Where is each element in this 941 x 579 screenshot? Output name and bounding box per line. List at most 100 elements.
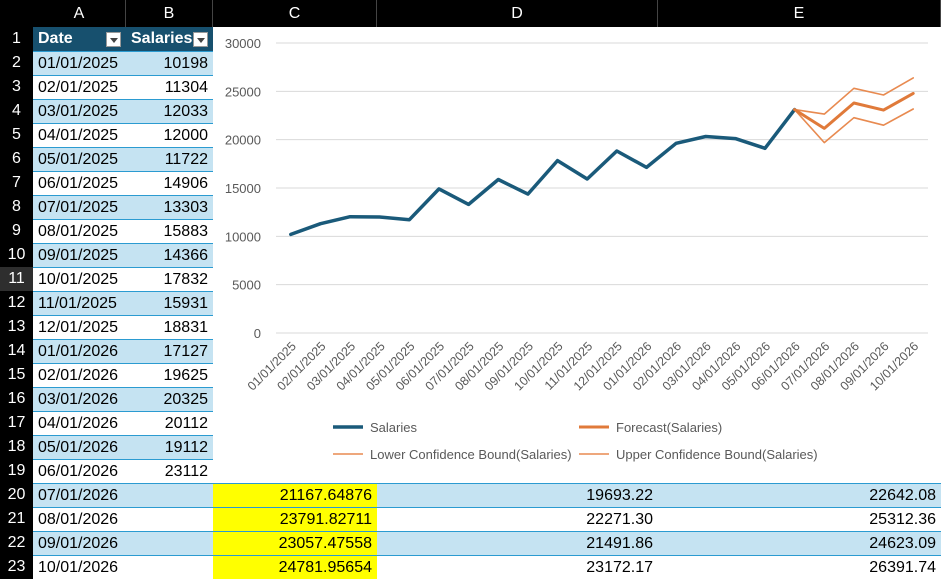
- date-cell[interactable]: 05/01/2026: [33, 435, 126, 459]
- column-header-d[interactable]: D: [377, 0, 658, 27]
- row-header-11[interactable]: 11: [0, 267, 33, 291]
- row-header-6[interactable]: 6: [0, 147, 33, 171]
- forecast-value-cell[interactable]: 24781.95654: [213, 555, 377, 579]
- forecast-value-cell[interactable]: 23057.47558: [213, 531, 377, 555]
- salary-cell[interactable]: 19112: [126, 435, 213, 459]
- column-header-e[interactable]: E: [658, 0, 941, 27]
- row-header-18[interactable]: 18: [0, 435, 33, 459]
- row-header-12[interactable]: 12: [0, 291, 33, 315]
- salary-cell[interactable]: 17127: [126, 339, 213, 363]
- row-header-1[interactable]: 1: [0, 27, 33, 51]
- table-header-salaries[interactable]: Salaries: [126, 27, 213, 51]
- row-header-3[interactable]: 3: [0, 75, 33, 99]
- date-cell[interactable]: 11/01/2025: [33, 291, 126, 315]
- salary-cell[interactable]: 11722: [126, 147, 213, 171]
- row-header-9[interactable]: 9: [0, 219, 33, 243]
- date-cell[interactable]: 12/01/2025: [33, 315, 126, 339]
- salary-cell[interactable]: 12000: [126, 123, 213, 147]
- salaries-line: [289, 107, 797, 237]
- spreadsheet: ABCDE 1 2 3 4 5 6 7 8 9 10 11 12 13 14 15 16 17 18 19 20 21 2…: [0, 0, 941, 579]
- upper-bound-cell[interactable]: 22642.08: [658, 483, 941, 507]
- forecast-value-cell[interactable]: 23791.82711: [213, 507, 377, 531]
- row-header-17[interactable]: 17: [0, 411, 33, 435]
- table-header-label: Date: [38, 30, 73, 47]
- row-header-8[interactable]: 8: [0, 195, 33, 219]
- y-tick-label: 5000: [232, 278, 261, 293]
- row-header-10[interactable]: 10: [0, 243, 33, 267]
- forecast-date-cell[interactable]: 10/01/2026: [33, 555, 213, 579]
- y-tick-label: 10000: [225, 229, 261, 244]
- date-cell[interactable]: 03/01/2025: [33, 99, 126, 123]
- salary-cell[interactable]: 23112: [126, 459, 213, 483]
- lower-bound-cell[interactable]: 22271.30: [377, 507, 658, 531]
- forecast-date-cell[interactable]: 08/01/2026: [33, 507, 213, 531]
- salary-cell[interactable]: 14366: [126, 243, 213, 267]
- filter-dropdown-icon[interactable]: [106, 31, 121, 47]
- salary-cell[interactable]: 17832: [126, 267, 213, 291]
- date-cell[interactable]: 04/01/2025: [33, 123, 126, 147]
- forecast-line: [793, 91, 915, 130]
- y-tick-label: 30000: [225, 36, 261, 51]
- row-header-19[interactable]: 19: [0, 459, 33, 483]
- legend-label: Lower Confidence Bound(Salaries): [370, 447, 572, 462]
- lower-bound-line: [793, 108, 915, 144]
- forecast-value-cell[interactable]: 21167.64876: [213, 483, 377, 507]
- forecast-date-cell[interactable]: 07/01/2026: [33, 483, 213, 507]
- date-cell[interactable]: 02/01/2026: [33, 363, 126, 387]
- row-header-16[interactable]: 16: [0, 387, 33, 411]
- upper-bound-cell[interactable]: 26391.74: [658, 555, 941, 579]
- salary-cell[interactable]: 12033: [126, 99, 213, 123]
- date-cell[interactable]: 02/01/2025: [33, 75, 126, 99]
- salary-cell[interactable]: 18831: [126, 315, 213, 339]
- salary-cell[interactable]: 20112: [126, 411, 213, 435]
- row-header-5[interactable]: 5: [0, 123, 33, 147]
- date-cell[interactable]: 06/01/2025: [33, 171, 126, 195]
- date-cell[interactable]: 10/01/2025: [33, 267, 126, 291]
- date-cell[interactable]: 01/01/2026: [33, 339, 126, 363]
- lower-bound-cell[interactable]: 23172.17: [377, 555, 658, 579]
- salary-cell[interactable]: 11304: [126, 75, 213, 99]
- y-tick-label: 25000: [225, 84, 261, 99]
- date-cell[interactable]: 09/01/2025: [33, 243, 126, 267]
- row-header-15[interactable]: 15: [0, 363, 33, 387]
- upper-bound-cell[interactable]: 24623.09: [658, 531, 941, 555]
- column-header-a[interactable]: A: [33, 0, 126, 27]
- row-header-13[interactable]: 13: [0, 315, 33, 339]
- y-tick-label: 20000: [225, 133, 261, 148]
- salary-cell[interactable]: 15883: [126, 219, 213, 243]
- salary-cell[interactable]: 10198: [126, 51, 213, 75]
- row-header-14[interactable]: 14: [0, 339, 33, 363]
- row-header-4[interactable]: 4: [0, 99, 33, 123]
- salary-cell[interactable]: 15931: [126, 291, 213, 315]
- date-cell[interactable]: 04/01/2026: [33, 411, 126, 435]
- legend-label: Salaries: [370, 420, 417, 435]
- column-header-b[interactable]: B: [126, 0, 213, 27]
- row-header-7[interactable]: 7: [0, 171, 33, 195]
- date-cell[interactable]: 07/01/2025: [33, 195, 126, 219]
- row-header-22[interactable]: 22: [0, 531, 33, 555]
- upper-bound-cell[interactable]: 25312.36: [658, 507, 941, 531]
- y-tick-label: 0: [254, 326, 261, 341]
- forecast-line-chart[interactable]: 0 5000 10000 15000 20000 25000 30000 01/01/2025…: [213, 27, 941, 483]
- lower-bound-cell[interactable]: 19693.22: [377, 483, 658, 507]
- date-cell[interactable]: 01/01/2025: [33, 51, 126, 75]
- date-cell[interactable]: 03/01/2026: [33, 387, 126, 411]
- date-cell[interactable]: 08/01/2025: [33, 219, 126, 243]
- filter-dropdown-icon[interactable]: [193, 31, 208, 47]
- legend-label: Forecast(Salaries): [616, 420, 722, 435]
- row-header-23[interactable]: 23: [0, 555, 33, 579]
- date-cell[interactable]: 06/01/2026: [33, 459, 126, 483]
- date-cell[interactable]: 05/01/2025: [33, 147, 126, 171]
- row-header-21[interactable]: 21: [0, 507, 33, 531]
- salary-cell[interactable]: 19625: [126, 363, 213, 387]
- column-header-c[interactable]: C: [213, 0, 377, 27]
- lower-bound-cell[interactable]: 21491.86: [377, 531, 658, 555]
- salary-cell[interactable]: 20325: [126, 387, 213, 411]
- row-header-2[interactable]: 2: [0, 51, 33, 75]
- table-header-label: Salaries: [131, 30, 193, 47]
- forecast-date-cell[interactable]: 09/01/2026: [33, 531, 213, 555]
- salary-cell[interactable]: 13303: [126, 195, 213, 219]
- row-header-20[interactable]: 20: [0, 483, 33, 507]
- salary-cell[interactable]: 14906: [126, 171, 213, 195]
- table-header-date[interactable]: Date: [33, 27, 126, 51]
